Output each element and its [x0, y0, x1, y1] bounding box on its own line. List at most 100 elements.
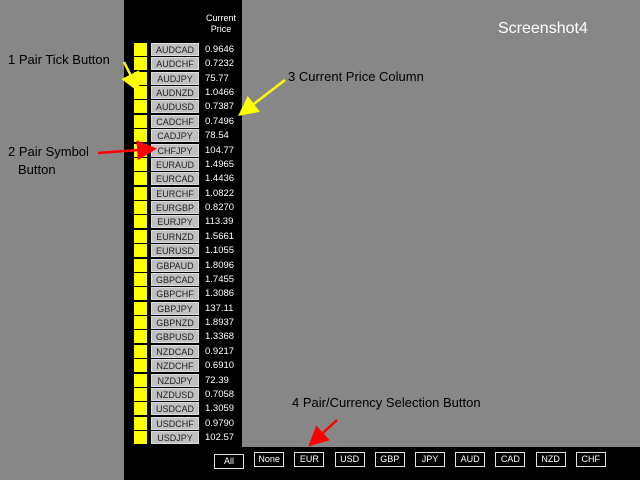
currency-button-jpy[interactable]: JPY [415, 452, 445, 467]
pair-row: GBPNZD 1.8937 [134, 316, 240, 330]
pair-tick-button[interactable] [134, 186, 147, 200]
currency-button-eur[interactable]: EUR [294, 452, 325, 467]
pair-row: NZDCHF 0.6910 [134, 359, 240, 373]
pair-tick-button[interactable] [134, 258, 147, 272]
pair-symbol-button[interactable]: AUDCHF [151, 57, 199, 71]
pair-tick-button[interactable] [134, 430, 147, 444]
pair-current-price: 1.3086 [205, 288, 235, 300]
pair-current-price: 0.7058 [205, 388, 235, 400]
currency-button-gbp[interactable]: GBP [374, 452, 405, 467]
pair-symbol-button[interactable]: EURJPY [151, 215, 199, 229]
pair-symbol-button[interactable]: EURNZD [151, 229, 199, 243]
arrow-to-currency-button [308, 419, 338, 447]
pair-symbol-button[interactable]: EURAUD [151, 157, 199, 171]
pair-symbol-button[interactable]: NZDUSD [151, 387, 199, 401]
pair-tick-button[interactable] [134, 201, 147, 215]
pair-symbol-button[interactable]: GBPCAD [151, 272, 199, 286]
pair-symbol-button[interactable]: EURCAD [151, 172, 199, 186]
pair-current-price: 78.54 [205, 130, 229, 142]
pair-current-price: 1.3368 [205, 331, 235, 343]
annotation-pair-symbol-button-line-1: 2 Pair Symbol [8, 144, 89, 159]
pair-current-price: 102.57 [205, 431, 235, 443]
pair-current-price: 1.0466 [205, 87, 235, 99]
pair-tick-button[interactable] [134, 71, 147, 85]
pair-row: EURCAD 1.4436 [134, 172, 240, 186]
pair-symbol-button[interactable]: GBPNZD [151, 316, 199, 330]
currency-button-usd[interactable]: USD [334, 452, 365, 467]
pair-row: NZDUSD 0.7058 [134, 387, 240, 401]
pair-row: AUDCHF 0.7232 [134, 57, 240, 71]
currency-button-chf[interactable]: CHF [575, 452, 606, 467]
pair-tick-button[interactable] [134, 301, 147, 315]
pair-symbol-button[interactable]: GBPUSD [151, 330, 199, 344]
pair-row: USDCHF 0.9790 [134, 416, 240, 430]
pair-tick-button[interactable] [134, 157, 147, 171]
header-line-1: Current [205, 13, 236, 23]
pair-tick-button[interactable] [134, 143, 147, 157]
pair-current-price: 1.3059 [205, 403, 235, 415]
pair-tick-button[interactable] [134, 43, 147, 56]
pair-symbol-button[interactable]: NZDCAD [151, 344, 199, 358]
current-price-header: Current Price [200, 13, 242, 35]
pair-tick-button[interactable] [134, 57, 147, 71]
annotation-pair-tick-button: 1 Pair Tick Button [8, 52, 110, 67]
pair-tick-button[interactable] [134, 287, 147, 301]
pair-symbol-button[interactable]: USDCHF [151, 416, 199, 430]
arrow-to-price-column [238, 79, 286, 117]
currency-button-all[interactable]: All [214, 454, 244, 469]
pair-symbol-button[interactable]: GBPCHF [151, 287, 199, 301]
pair-symbol-button[interactable]: NZDCHF [151, 359, 199, 373]
pair-symbol-button[interactable]: AUDNZD [151, 86, 199, 100]
pair-tick-button[interactable] [134, 215, 147, 229]
pair-tick-button[interactable] [134, 86, 147, 100]
pair-tick-button[interactable] [134, 373, 147, 387]
pair-symbol-button[interactable]: EURGBP [151, 201, 199, 215]
pair-symbol-button[interactable]: AUDUSD [151, 100, 199, 114]
pair-tick-button[interactable] [134, 330, 147, 344]
pair-row: GBPJPY 137.11 [134, 301, 240, 315]
pair-tick-button[interactable] [134, 244, 147, 258]
pair-symbol-button[interactable]: GBPAUD [151, 258, 199, 272]
pair-tick-button[interactable] [134, 272, 147, 286]
pair-symbol-button[interactable]: USDJPY [151, 430, 199, 444]
currency-button-nzd[interactable]: NZD [535, 452, 566, 467]
pair-symbol-button[interactable]: CADCHF [151, 114, 199, 128]
pair-row: GBPCHF 1.3086 [134, 287, 240, 301]
pair-current-price: 1.8937 [205, 317, 235, 329]
pair-symbol-button[interactable]: AUDJPY [151, 71, 199, 85]
pair-symbol-button[interactable]: CHFJPY [151, 143, 199, 157]
pair-symbol-button[interactable]: GBPJPY [151, 301, 199, 315]
pair-tick-button[interactable] [134, 172, 147, 186]
pair-row: NZDJPY 72.39 [134, 373, 240, 387]
currency-button-none[interactable]: None [254, 452, 285, 467]
pair-current-price: 1.1055 [205, 245, 235, 257]
pair-current-price: 1.7455 [205, 273, 235, 285]
pair-tick-button[interactable] [134, 129, 147, 143]
pair-current-price: 1.0822 [205, 187, 235, 199]
pair-symbol-button[interactable]: USDCAD [151, 402, 199, 416]
pair-row: USDJPY 102.57 [134, 430, 240, 444]
pair-tick-button[interactable] [134, 344, 147, 358]
pair-tick-button[interactable] [134, 387, 147, 401]
pair-current-price: 0.7232 [205, 58, 235, 70]
pair-current-price: 1.8096 [205, 259, 235, 271]
pair-tick-button[interactable] [134, 402, 147, 416]
pair-tick-button[interactable] [134, 229, 147, 243]
pair-symbol-button[interactable]: NZDJPY [151, 373, 199, 387]
pair-tick-button[interactable] [134, 359, 147, 373]
pair-current-price: 0.7496 [205, 115, 235, 127]
pair-row: EURUSD 1.1055 [134, 244, 240, 258]
currency-button-cad[interactable]: CAD [495, 452, 526, 467]
pair-tick-button[interactable] [134, 416, 147, 430]
pair-tick-button[interactable] [134, 114, 147, 128]
pair-tick-button[interactable] [134, 100, 147, 114]
pair-symbol-button[interactable]: EURUSD [151, 244, 199, 258]
pair-row: EURAUD 1.4965 [134, 157, 240, 171]
pair-symbol-button[interactable]: AUDCAD [151, 43, 199, 56]
pair-symbol-button[interactable]: CADJPY [151, 129, 199, 143]
pair-symbol-button[interactable]: EURCHF [151, 186, 199, 200]
pair-current-price: 0.7387 [205, 101, 235, 113]
pair-tick-button[interactable] [134, 316, 147, 330]
pair-row: AUDNZD 1.0466 [134, 86, 240, 100]
currency-button-aud[interactable]: AUD [455, 452, 486, 467]
